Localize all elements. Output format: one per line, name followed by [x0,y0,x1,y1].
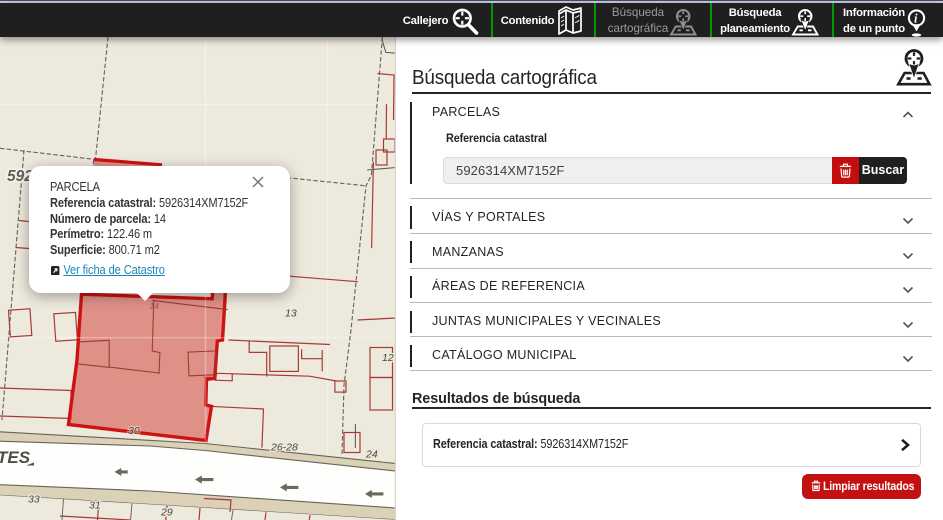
svg-text:14: 14 [150,301,160,311]
svg-text:30: 30 [128,425,140,437]
svg-text:33: 33 [28,494,40,506]
svg-text:31: 31 [89,500,101,512]
svg-text:i: i [914,11,918,25]
svg-text:TES: TES [0,448,31,467]
svg-text:12: 12 [382,352,394,364]
svg-text:29: 29 [160,507,173,519]
svg-text:26-28: 26-28 [270,442,298,454]
svg-text:24: 24 [365,449,378,461]
svg-text:13: 13 [285,308,297,320]
